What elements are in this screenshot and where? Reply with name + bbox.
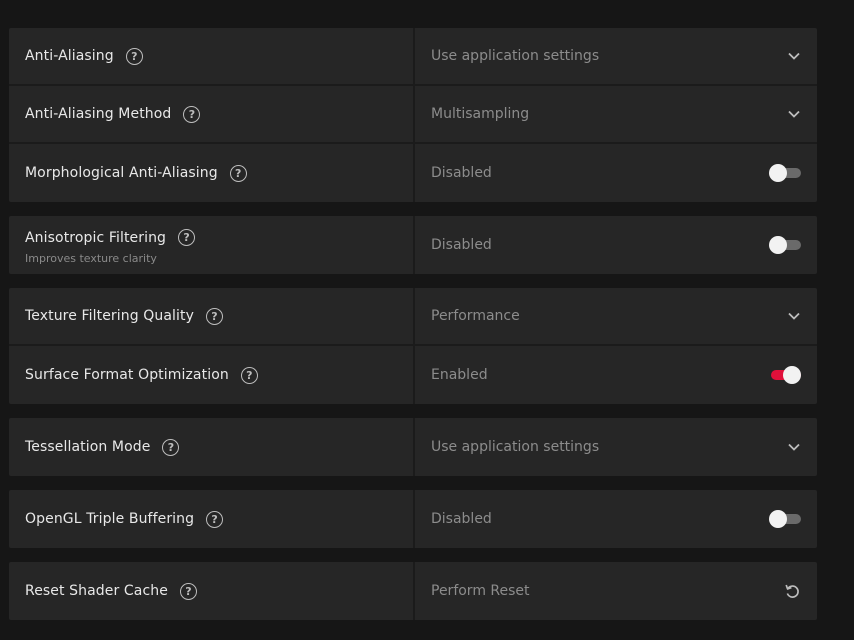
morphological-anti-aliasing-control: Disabled	[413, 144, 817, 202]
toggle-state-text: Disabled	[431, 237, 492, 253]
dropdown-value: Use application settings	[431, 439, 600, 455]
reset-shader-cache-button[interactable]: Perform Reset	[413, 562, 817, 620]
morphological-anti-aliasing-toggle[interactable]	[769, 164, 801, 182]
setting-label: Anti-Aliasing Method	[25, 106, 172, 122]
chevron-down-icon	[788, 52, 800, 60]
anti-aliasing-method-dropdown[interactable]: Multisampling	[413, 86, 817, 142]
setting-label: Surface Format Optimization	[25, 367, 229, 383]
surface-format-optimization-toggle[interactable]	[769, 366, 801, 384]
toggle-knob	[769, 164, 787, 182]
help-icon[interactable]: ?	[162, 438, 180, 456]
label-line: Morphological Anti-Aliasing ?	[25, 164, 413, 182]
help-icon[interactable]: ?	[183, 105, 201, 123]
setting-label: Texture Filtering Quality	[25, 308, 194, 324]
setting-label: Anti-Aliasing	[25, 48, 114, 64]
dropdown-value: Performance	[431, 308, 520, 324]
setting-row-anisotropic-filtering: Anisotropic Filtering ? Improves texture…	[9, 216, 817, 274]
help-icon[interactable]: ?	[179, 582, 197, 600]
opengl-triple-buffering-toggle[interactable]	[769, 510, 801, 528]
settings-group-anti-aliasing: Anti-Aliasing ? Use application settings…	[9, 28, 817, 202]
label-line: Anisotropic Filtering ?	[25, 229, 413, 246]
help-icon[interactable]: ?	[125, 47, 143, 65]
toggle-state-text: Enabled	[431, 367, 488, 383]
label-line: OpenGL Triple Buffering ?	[25, 510, 413, 528]
label-line: Anti-Aliasing ?	[25, 47, 413, 65]
setting-row-anti-aliasing-method: Anti-Aliasing Method ? Multisampling	[9, 86, 817, 144]
settings-group-anisotropic: Anisotropic Filtering ? Improves texture…	[9, 216, 817, 274]
setting-label: Morphological Anti-Aliasing	[25, 165, 218, 181]
anisotropic-filtering-control: Disabled	[413, 216, 817, 274]
anti-aliasing-dropdown[interactable]: Use application settings	[413, 28, 817, 84]
chevron-down-icon	[788, 110, 800, 118]
surface-format-optimization-control: Enabled	[413, 346, 817, 404]
setting-row-tessellation-mode: Tessellation Mode ? Use application sett…	[9, 418, 817, 476]
label-line: Anti-Aliasing Method ?	[25, 105, 413, 123]
setting-label-area: Surface Format Optimization ?	[9, 346, 413, 404]
settings-group-texture: Texture Filtering Quality ? Performance …	[9, 288, 817, 404]
setting-subtitle: Improves texture clarity	[25, 252, 157, 265]
reset-arrow-icon	[785, 584, 799, 598]
setting-row-surface-format-optimization: Surface Format Optimization ? Enabled	[9, 346, 817, 404]
chevron-down-icon	[788, 312, 800, 320]
setting-label-area: Texture Filtering Quality ?	[9, 288, 413, 344]
setting-label-area: Morphological Anti-Aliasing ?	[9, 144, 413, 202]
setting-label-area: Tessellation Mode ?	[9, 418, 413, 476]
toggle-knob	[769, 510, 787, 528]
help-icon[interactable]: ?	[229, 164, 247, 182]
setting-row-morphological-anti-aliasing: Morphological Anti-Aliasing ? Disabled	[9, 144, 817, 202]
settings-group-tessellation: Tessellation Mode ? Use application sett…	[9, 418, 817, 476]
opengl-triple-buffering-control: Disabled	[413, 490, 817, 548]
toggle-knob	[769, 236, 787, 254]
setting-label: Anisotropic Filtering	[25, 229, 167, 246]
toggle-knob	[783, 366, 801, 384]
label-line: Reset Shader Cache ?	[25, 582, 413, 600]
tessellation-mode-dropdown[interactable]: Use application settings	[413, 418, 817, 476]
setting-row-opengl-triple-buffering: OpenGL Triple Buffering ? Disabled	[9, 490, 817, 548]
setting-row-texture-filtering-quality: Texture Filtering Quality ? Performance	[9, 288, 817, 346]
setting-label: Tessellation Mode	[25, 439, 151, 455]
setting-label: Reset Shader Cache	[25, 583, 168, 599]
setting-label-area: Anti-Aliasing ?	[9, 28, 413, 84]
setting-label-area: Anti-Aliasing Method ?	[9, 86, 413, 142]
help-icon[interactable]: ?	[240, 366, 258, 384]
dropdown-value: Use application settings	[431, 48, 600, 64]
label-line: Tessellation Mode ?	[25, 438, 413, 456]
dropdown-value: Multisampling	[431, 106, 530, 122]
setting-row-reset-shader-cache: Reset Shader Cache ? Perform Reset	[9, 562, 817, 620]
texture-filtering-quality-dropdown[interactable]: Performance	[413, 288, 817, 344]
anisotropic-filtering-toggle[interactable]	[769, 236, 801, 254]
label-line: Surface Format Optimization ?	[25, 366, 413, 384]
help-icon[interactable]: ?	[206, 307, 223, 325]
settings-group-shader-cache: Reset Shader Cache ? Perform Reset	[9, 562, 817, 620]
toggle-state-text: Disabled	[431, 165, 492, 181]
help-icon[interactable]: ?	[206, 510, 224, 528]
label-line: Texture Filtering Quality ?	[25, 307, 413, 325]
chevron-down-icon	[788, 443, 800, 451]
toggle-state-text: Disabled	[431, 511, 492, 527]
setting-label: OpenGL Triple Buffering	[25, 511, 195, 527]
setting-label-area: OpenGL Triple Buffering ?	[9, 490, 413, 548]
help-icon[interactable]: ?	[178, 229, 196, 246]
settings-group-opengl: OpenGL Triple Buffering ? Disabled	[9, 490, 817, 548]
setting-label-area: Reset Shader Cache ?	[9, 562, 413, 620]
setting-label-area: Anisotropic Filtering ? Improves texture…	[9, 216, 413, 274]
reset-label: Perform Reset	[431, 583, 530, 599]
setting-row-anti-aliasing: Anti-Aliasing ? Use application settings	[9, 28, 817, 86]
